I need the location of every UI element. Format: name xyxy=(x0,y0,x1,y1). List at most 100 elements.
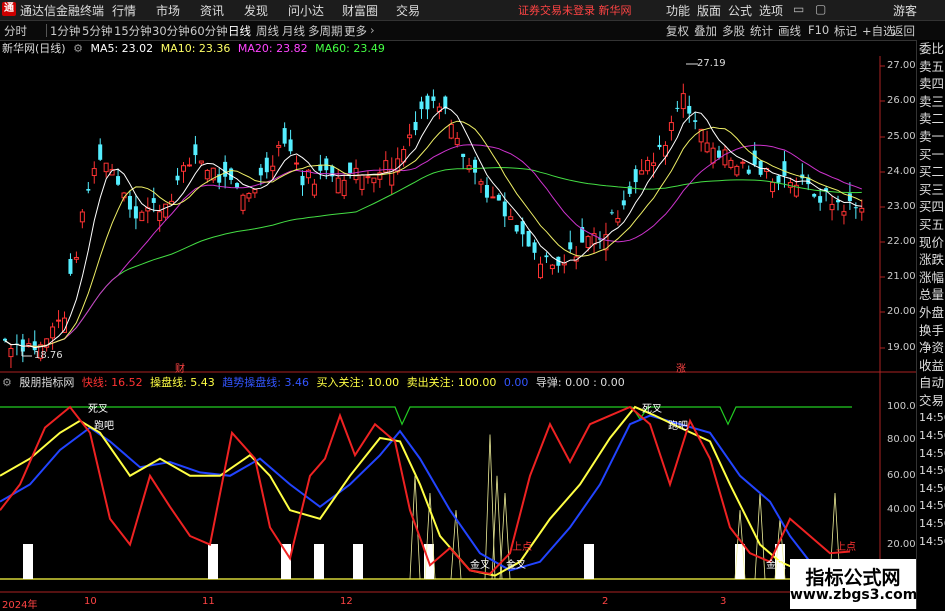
candle-body xyxy=(288,139,293,152)
ind-tick-40: 40.00 xyxy=(887,504,916,515)
panel-turnover[interactable]: 换手 xyxy=(917,322,945,340)
candle-body xyxy=(645,160,651,172)
panel-outer[interactable]: 外盘 xyxy=(917,304,945,322)
panel-price[interactable]: 现价 xyxy=(917,234,945,252)
candle-body xyxy=(621,200,626,206)
panel-sell3[interactable]: 卖三 xyxy=(917,93,945,111)
ind-tick-60: 60.00 xyxy=(887,470,916,481)
indicator-gear-icon[interactable]: ⚙ xyxy=(2,376,12,389)
tag-golden-cross-3: 金叉 xyxy=(766,560,786,571)
tick-time-7: 14:56 xyxy=(919,517,945,531)
candle-body xyxy=(311,183,317,196)
panel-earnings[interactable]: 收益 xyxy=(917,357,945,375)
panel-sell5[interactable]: 卖五 xyxy=(917,58,945,76)
candle-body xyxy=(353,167,359,181)
candle-body xyxy=(163,203,169,218)
signal-bar xyxy=(281,544,291,579)
candle-body xyxy=(413,121,418,131)
price-tick-27: 27.00 xyxy=(887,60,916,71)
candle-body xyxy=(324,158,329,171)
candle-body xyxy=(502,201,507,217)
tick-time-5: 14:56 xyxy=(919,481,945,495)
candle-body xyxy=(549,264,555,270)
candle-body xyxy=(365,176,371,179)
indicator-header: ⚙ 殷朋指标网 快线: 16.52 操盘线: 5.43 趋势操盘线: 3.46 … xyxy=(2,374,629,390)
candle-body xyxy=(73,256,79,260)
panel-buy4[interactable]: 买四 xyxy=(917,198,945,216)
ind-op-label: 操盘线: 5.43 xyxy=(150,376,215,389)
candle-body xyxy=(91,168,97,177)
candle-body xyxy=(193,144,198,156)
candle-body xyxy=(859,207,865,213)
panel-buy1[interactable]: 买一 xyxy=(917,146,945,164)
candle-body xyxy=(127,196,132,210)
marker-cai[interactable]: 财 xyxy=(175,360,185,375)
ind-sell-label: 卖出关注: 100.00 xyxy=(406,376,497,389)
candle-body xyxy=(98,144,103,160)
candle-body xyxy=(282,128,287,144)
panel-weibi[interactable]: 委比 xyxy=(917,40,945,58)
tag-death-cross-2: 死叉 xyxy=(642,404,662,415)
tick-time-4: 14:56 xyxy=(919,464,945,478)
panel-sell2[interactable]: 卖二 xyxy=(917,110,945,128)
tick-time-6: 14:56 xyxy=(919,499,945,513)
candle-body xyxy=(151,198,156,203)
candle-body xyxy=(335,177,341,194)
indicator-name[interactable]: 殷朋指标网 xyxy=(19,376,74,389)
ind-buy-label: 买入关注: 10.00 xyxy=(316,376,400,389)
tag-death-cross-1: 死叉 xyxy=(88,404,108,415)
candle-body xyxy=(116,176,121,185)
panel-sell1[interactable]: 卖一 xyxy=(917,128,945,146)
candle-body xyxy=(526,230,531,247)
tag-run-2: 跑吧 xyxy=(668,421,688,432)
kline-chart[interactable] xyxy=(0,0,916,609)
price-tick-24: 24.00 xyxy=(887,166,916,177)
panel-netasset[interactable]: 净资 xyxy=(917,339,945,357)
panel-buy3[interactable]: 买三 xyxy=(917,181,945,199)
panel-trade[interactable]: 交易 xyxy=(917,392,945,410)
candle-body xyxy=(841,211,847,216)
candle-body xyxy=(294,162,300,165)
candle-body xyxy=(651,162,657,167)
panel-auto[interactable]: 自动 xyxy=(917,374,945,392)
date-oct: 10 xyxy=(84,596,97,607)
marker-zhang[interactable]: 涨 xyxy=(676,360,686,375)
tick-time-3: 14:56 xyxy=(919,446,945,460)
candle-body xyxy=(818,196,823,203)
ma10-line xyxy=(4,120,863,347)
candle-body xyxy=(431,96,436,101)
date-mar: 3 xyxy=(720,596,727,607)
candle-body xyxy=(50,326,56,339)
candle-body xyxy=(175,175,180,181)
ma5-line xyxy=(4,106,862,349)
candle-body xyxy=(633,169,638,183)
tick-time-2: 14:56 xyxy=(919,429,945,443)
candle-body xyxy=(86,189,91,191)
candle-body xyxy=(508,216,514,220)
candle-body xyxy=(103,162,109,173)
panel-pct[interactable]: 涨幅 xyxy=(917,269,945,287)
candle-body xyxy=(734,165,740,176)
candle-body xyxy=(514,225,519,232)
candle-body xyxy=(668,122,674,131)
panel-volume[interactable]: 总量 xyxy=(917,286,945,304)
candle-body xyxy=(473,159,478,173)
panel-sell4[interactable]: 卖四 xyxy=(917,75,945,93)
ind-tick-80: 80.00 xyxy=(887,434,916,445)
candle-body xyxy=(359,174,365,190)
candle-body xyxy=(348,162,353,174)
candle-body xyxy=(728,159,734,168)
panel-change[interactable]: 涨跌 xyxy=(917,251,945,269)
candle-body xyxy=(752,150,757,165)
candle-body xyxy=(68,258,73,274)
candle-body xyxy=(776,175,781,183)
candle-body xyxy=(181,165,186,172)
tag-run-1: 跑吧 xyxy=(94,421,114,432)
candle-body xyxy=(740,161,746,164)
panel-buy2[interactable]: 买二 xyxy=(917,163,945,181)
ind-tick-20: 20.00 xyxy=(887,539,916,550)
candle-body xyxy=(454,137,460,146)
candle-body xyxy=(407,134,413,139)
candle-body xyxy=(693,120,698,122)
panel-buy5[interactable]: 买五 xyxy=(917,216,945,234)
